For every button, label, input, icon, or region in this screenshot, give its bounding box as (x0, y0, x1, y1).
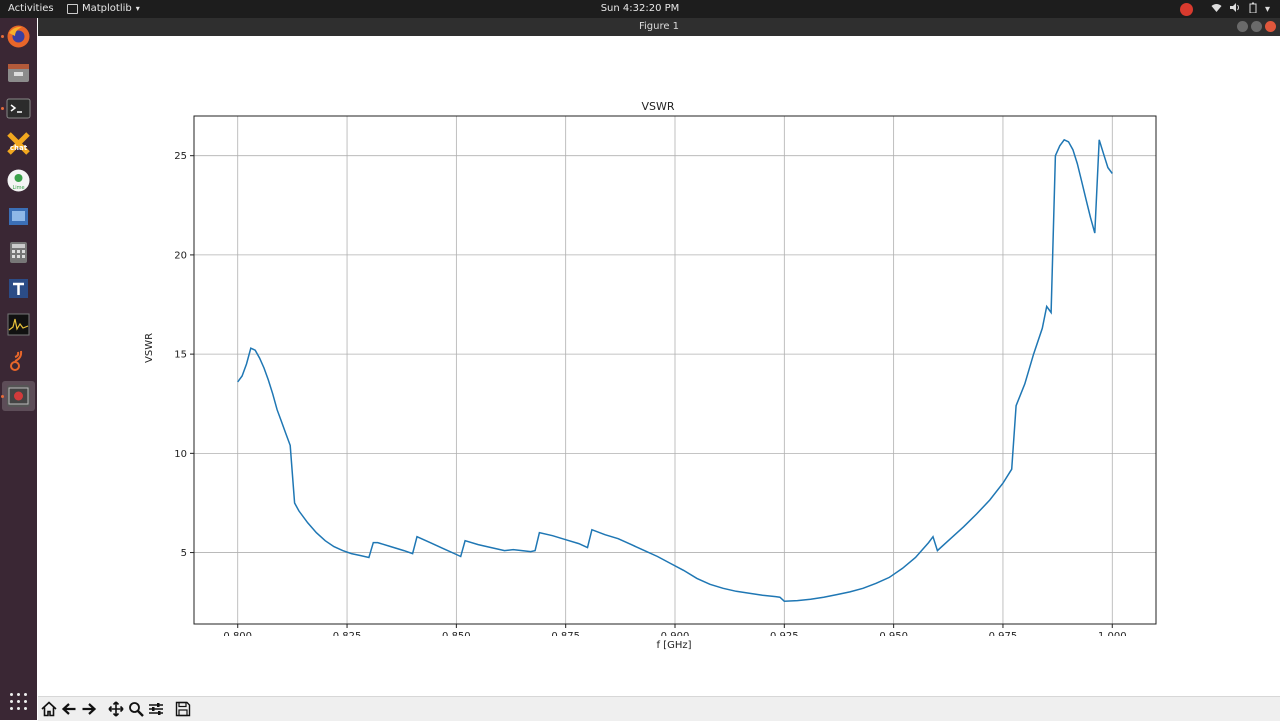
minimize-button[interactable] (1237, 21, 1248, 32)
save-button[interactable] (174, 700, 192, 718)
chevron-down-icon: ▾ (135, 4, 140, 13)
y-axis-label: VSWR (144, 332, 155, 363)
y-tick-label: 25 (174, 151, 187, 162)
running-indicator (1, 395, 4, 398)
window-titlebar[interactable]: Figure 1 (38, 18, 1280, 36)
forward-button[interactable] (80, 700, 98, 718)
clock[interactable]: Sun 4:32:20 PM (0, 3, 1280, 14)
xchat-icon[interactable]: chat (6, 132, 31, 157)
back-button[interactable] (60, 700, 78, 718)
chevron-down-icon: ▾ (1264, 3, 1270, 15)
x-tick-label: 0.875 (551, 631, 580, 636)
x-tick-label: 0.800 (223, 631, 252, 636)
pan-button[interactable] (107, 700, 125, 718)
svg-text:chat: chat (10, 144, 28, 152)
gqrx-icon[interactable] (6, 312, 31, 337)
x-tick-label: 0.850 (442, 631, 471, 636)
figure-window-icon[interactable] (2, 381, 35, 411)
figure-canvas[interactable]: VSWR 0.800 0.825 0.850 0.875 0.900 0.925 0.950… (38, 36, 1280, 696)
app-menu-label: Matplotlib (82, 3, 132, 14)
app-window-icon (67, 3, 78, 14)
configure-subplots-icon (149, 703, 163, 715)
ticks: 0.800 0.825 0.850 0.875 0.900 0.925 0.950 0.975… (174, 151, 1126, 636)
recording-indicator-icon[interactable] (1179, 2, 1193, 16)
running-indicator (1, 35, 4, 38)
calculator-icon[interactable] (6, 240, 31, 265)
x-tick-label: 0.950 (879, 631, 908, 636)
y-tick-label: 20 (174, 250, 187, 261)
volume-icon (1229, 3, 1241, 15)
qt-designer-icon[interactable] (6, 276, 31, 301)
window-title: Figure 1 (638, 21, 680, 32)
running-indicator (1, 107, 4, 110)
x-axis-label: f [GHz] (656, 640, 692, 651)
y-tick-label: 5 (181, 548, 187, 559)
forward-icon (82, 703, 97, 715)
dock: chat Lime (0, 18, 37, 720)
wifi-icon (1211, 3, 1222, 15)
y-tick-label: 15 (174, 350, 187, 361)
svg-text:Lime: Lime (12, 185, 24, 191)
x-tick-label: 0.975 (989, 631, 1018, 636)
terminal-icon[interactable] (6, 96, 31, 121)
maximize-button[interactable] (1251, 21, 1262, 32)
configure-subplots-button[interactable] (147, 700, 165, 718)
app-menu[interactable]: Matplotlib ▾ (67, 3, 140, 14)
navigation-toolbar (38, 696, 1280, 721)
x-tick-label: 0.825 (333, 631, 362, 636)
save-icon (175, 701, 191, 717)
x-tick-label: 1.000 (1098, 631, 1127, 636)
activities-button[interactable]: Activities (8, 3, 54, 14)
files-icon[interactable] (6, 60, 31, 85)
back-icon (61, 703, 76, 715)
system-tray[interactable]: ▾ (1179, 2, 1270, 16)
plot-area[interactable]: 0.800 0.825 0.850 0.875 0.900 0.925 0.950 0.975… (38, 36, 1280, 636)
virtualbox-icon[interactable] (6, 204, 31, 229)
zoom-icon (129, 702, 144, 717)
x-tick-label: 0.900 (661, 631, 690, 636)
firefox-icon[interactable] (6, 24, 31, 49)
lime-icon[interactable]: Lime (6, 168, 31, 193)
home-button[interactable] (40, 700, 58, 718)
gnuradio-icon[interactable] (6, 348, 31, 373)
show-applications-icon[interactable] (10, 693, 28, 711)
close-button[interactable] (1265, 21, 1276, 32)
pan-icon (108, 701, 124, 717)
top-bar: Activities Matplotlib ▾ Sun 4:32:20 PM ▾ (0, 0, 1280, 18)
zoom-button[interactable] (127, 700, 145, 718)
home-icon (41, 701, 57, 717)
x-tick-label: 0.925 (770, 631, 799, 636)
battery-icon (1249, 2, 1257, 16)
y-tick-label: 10 (174, 449, 187, 460)
